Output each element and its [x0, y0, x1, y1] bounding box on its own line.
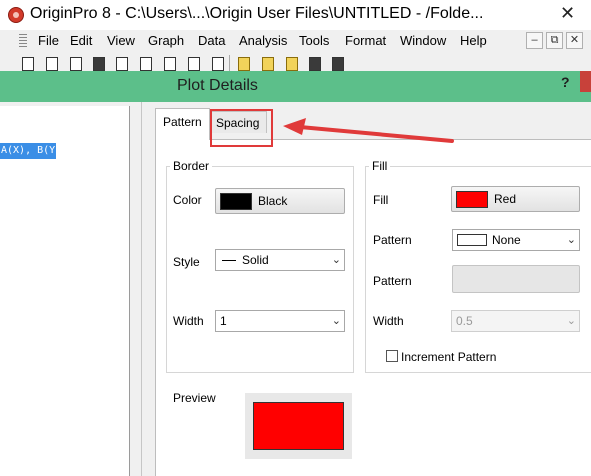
menu-analysis[interactable]: Analysis	[239, 33, 287, 48]
menu-data[interactable]: Data	[198, 33, 225, 48]
new-notes-icon[interactable]	[188, 57, 200, 71]
fill-color-swatch	[456, 191, 488, 208]
mdi-minimize-button[interactable]: –	[526, 32, 543, 49]
menu-window[interactable]: Window	[400, 33, 446, 48]
pattern-color-label: Pattern	[373, 274, 412, 288]
save-template-icon[interactable]	[332, 57, 344, 71]
fill-color-value: Red	[494, 192, 517, 206]
dialog-close-button[interactable]	[580, 71, 591, 92]
open-template-icon[interactable]	[262, 57, 274, 71]
menu-grip-icon	[19, 34, 27, 48]
new-matrix-icon[interactable]	[70, 57, 82, 71]
new-graph-icon[interactable]	[116, 57, 128, 71]
fill-group-label: Fill	[369, 159, 391, 173]
increment-pattern-label: Increment Pattern	[401, 350, 497, 364]
menu-edit[interactable]: Edit	[70, 33, 92, 48]
dialog-titlebar	[0, 71, 591, 102]
menu-graph[interactable]: Graph	[148, 33, 184, 48]
tab-pattern-label: Pattern	[163, 115, 202, 129]
border-style-select[interactable]: Solid ⌄	[215, 249, 345, 271]
chevron-down-icon: ⌄	[331, 315, 341, 327]
tab-pattern[interactable]: Pattern	[155, 108, 210, 140]
border-color-value: Black	[258, 194, 288, 208]
border-color-swatch	[220, 193, 252, 210]
open-folder-icon[interactable]	[238, 57, 250, 71]
chevron-down-icon: ⌄	[566, 234, 576, 246]
mdi-restore-button[interactable]: ⧉	[546, 32, 563, 49]
help-button[interactable]: ?	[561, 74, 570, 90]
save-project-icon[interactable]	[309, 57, 321, 71]
app-title: OriginPro 8 - C:\Users\...\Origin User F…	[30, 5, 484, 22]
pattern-width-select[interactable]: 0.5 ⌄	[451, 310, 580, 332]
new-layout-icon[interactable]	[164, 57, 176, 71]
origin-logo-icon	[8, 7, 24, 23]
border-color-label: Color	[173, 193, 202, 207]
new-excel-icon[interactable]	[93, 57, 105, 71]
window-close-button[interactable]: ✕	[544, 0, 591, 26]
toolbar-separator	[229, 55, 230, 71]
border-color-button[interactable]: Black	[215, 188, 345, 214]
pattern-color-button[interactable]	[452, 265, 580, 293]
workbook-pane	[0, 106, 130, 476]
preview-swatch	[253, 402, 344, 450]
border-style-label: Style	[173, 255, 200, 269]
pattern-swatch	[457, 234, 487, 246]
mdi-close-button[interactable]: ✕	[566, 32, 583, 49]
new-script-icon[interactable]	[212, 57, 224, 71]
annotation-highlight-box	[210, 109, 273, 147]
fill-pattern-select[interactable]: None ⌄	[452, 229, 580, 251]
dialog-title: Plot Details	[177, 77, 258, 94]
chevron-down-icon: ⌄	[331, 254, 341, 266]
new-project-icon[interactable]	[22, 57, 34, 71]
border-width-value: 1	[220, 314, 227, 328]
new-function-icon[interactable]	[140, 57, 152, 71]
border-style-value: Solid	[242, 253, 269, 267]
preview-label: Preview	[173, 391, 216, 405]
menu-format[interactable]: Format	[345, 33, 386, 48]
new-workbook-icon[interactable]	[46, 57, 58, 71]
increment-pattern-checkbox[interactable]	[386, 350, 398, 362]
fill-color-label: Fill	[373, 193, 389, 207]
menu-help[interactable]: Help	[460, 33, 487, 48]
pattern-width-value: 0.5	[456, 314, 473, 328]
fill-pattern-label: Pattern	[373, 233, 412, 247]
fill-color-button[interactable]: Red	[451, 186, 580, 212]
fill-pattern-value: None	[492, 233, 521, 247]
border-width-label: Width	[173, 314, 204, 328]
pattern-width-label: Width	[373, 314, 404, 328]
menu-view[interactable]: View	[107, 33, 135, 48]
open-excel-icon[interactable]	[286, 57, 298, 71]
border-group-label: Border	[170, 159, 213, 173]
menu-file[interactable]: File	[38, 33, 59, 48]
line-style-glyph	[222, 260, 236, 261]
selected-plot-item[interactable]: A(X), B(Y)	[0, 143, 56, 159]
chevron-down-icon: ⌄	[566, 315, 576, 327]
menu-tools[interactable]: Tools	[299, 33, 329, 48]
border-width-select[interactable]: 1 ⌄	[215, 310, 345, 332]
